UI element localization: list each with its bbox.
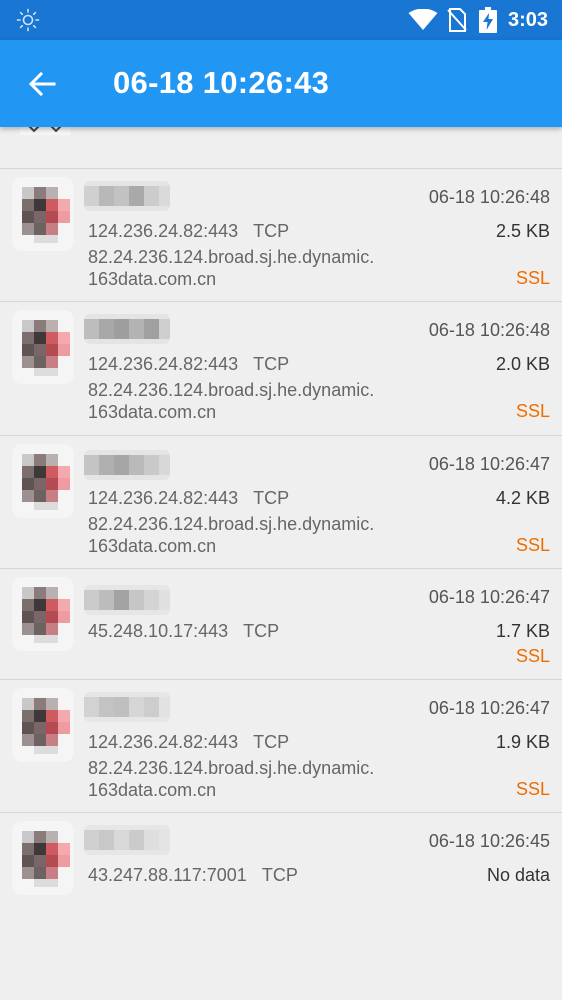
hostname-line-1: 82.24.236.124.broad.sj.he.dynamic. [88, 758, 375, 778]
ssl-tag: SSL [515, 401, 550, 421]
app-name-redacted [84, 585, 170, 615]
hostname-line-2: 163data.com.cn [88, 402, 217, 422]
app-name-redacted [84, 450, 170, 480]
hostname-line-2: 163data.com.cn [88, 780, 217, 800]
connection-row[interactable]: 06-18 10:26:47 45.248.10.17:443 TCP 1.7 … [0, 569, 562, 680]
data-size: 2.5 KB [495, 221, 550, 241]
connection-time: 06-18 10:26:48 [428, 320, 550, 340]
protocol: TCP [253, 732, 290, 752]
arrow-back-icon[interactable] [24, 66, 60, 102]
data-size: 1.9 KB [495, 732, 550, 752]
app-name-redacted [84, 314, 170, 344]
ssl-tag: SSL [515, 779, 550, 799]
protocol: TCP [261, 865, 298, 885]
connection-row[interactable]: 06-18 10:26:45 43.247.88.117:7001 TCP No… [0, 813, 562, 905]
protocol: TCP [243, 621, 280, 641]
connection-address: 43.247.88.117:7001 TCP [88, 864, 298, 886]
wifi-icon [408, 9, 438, 30]
app-icon [12, 177, 74, 251]
page-title: 06-18 10:26:43 [113, 65, 330, 100]
connection-row[interactable]: 06-18 10:26:48 124.236.24.82:443 TCP 2.5… [0, 169, 562, 302]
protocol: TCP [253, 488, 290, 508]
status-bar: 3:03 [0, 0, 562, 40]
battery-charging-icon [479, 7, 497, 33]
app-name-redacted [84, 181, 170, 211]
connection-address: 124.236.24.82:443 TCP [88, 487, 289, 509]
remote-address: 124.236.24.82:443 [88, 354, 239, 374]
remote-hostname: 82.24.236.124.broad.sj.he.dynamic. 163dat… [88, 513, 408, 557]
ssl-tag: SSL [515, 535, 550, 555]
connection-address: 124.236.24.82:443 TCP [88, 731, 289, 753]
connection-list[interactable]: 06-18 10:26:48 124.236.24.82:443 TCP 2.5… [0, 127, 562, 1000]
connection-time: 06-18 10:26:47 [428, 587, 550, 607]
app-icon [12, 688, 74, 762]
connection-address: 124.236.24.82:443 TCP [88, 220, 289, 242]
data-size: No data [486, 865, 550, 885]
connection-row[interactable]: 06-18 10:26:47 124.236.24.82:443 TCP 4.2… [0, 436, 562, 569]
connection-time: 06-18 10:26:45 [428, 831, 550, 851]
remote-hostname: 82.24.236.124.broad.sj.he.dynamic. 163dat… [88, 757, 408, 801]
hostname-line-1: 82.24.236.124.broad.sj.he.dynamic. [88, 247, 375, 267]
connection-time: 06-18 10:26:47 [428, 698, 550, 718]
app-name-redacted [84, 825, 170, 855]
hostname-line-2: 163data.com.cn [88, 536, 217, 556]
hostname-line-1: 82.24.236.124.broad.sj.he.dynamic. [88, 380, 375, 400]
app-icon [12, 577, 74, 651]
connection-row[interactable]: 06-18 10:26:48 124.236.24.82:443 TCP 2.0… [0, 302, 562, 436]
app-icon [20, 127, 70, 135]
app-bar: 06-18 10:26:43 [0, 40, 562, 127]
no-sim-icon [447, 8, 467, 32]
hostname-line-2: 163data.com.cn [88, 269, 217, 289]
remote-hostname: 82.24.236.124.broad.sj.he.dynamic. 163dat… [88, 379, 408, 423]
remote-hostname: 82.24.236.124.broad.sj.he.dynamic. 163dat… [88, 246, 408, 290]
connection-row[interactable]: 06-18 10:26:47 124.236.24.82:443 TCP 1.9… [0, 680, 562, 813]
status-clock: 3:03 [508, 9, 549, 31]
remote-address: 124.236.24.82:443 [88, 488, 239, 508]
connection-address: 45.248.10.17:443 TCP [88, 620, 279, 642]
app-icon [12, 444, 74, 518]
data-size: 4.2 KB [495, 488, 550, 508]
protocol: TCP [253, 354, 290, 374]
remote-address: 124.236.24.82:443 [88, 221, 239, 241]
app-icon [12, 821, 74, 895]
app-name-redacted [84, 692, 170, 722]
connection-time: 06-18 10:26:47 [428, 454, 550, 474]
remote-address: 124.236.24.82:443 [88, 732, 239, 752]
brightness-icon [16, 8, 40, 32]
connection-time: 06-18 10:26:48 [428, 187, 550, 207]
app-icon [12, 310, 74, 384]
ssl-tag: SSL [515, 268, 550, 288]
data-size: 1.7 KB [495, 621, 550, 641]
list-item-partial[interactable] [0, 127, 562, 169]
hostname-line-1: 82.24.236.124.broad.sj.he.dynamic. [88, 514, 375, 534]
data-size: 2.0 KB [495, 354, 550, 374]
protocol: TCP [253, 221, 290, 241]
remote-address: 43.247.88.117:7001 [88, 865, 247, 885]
ssl-tag: SSL [515, 646, 550, 666]
remote-address: 45.248.10.17:443 [88, 621, 229, 641]
connection-address: 124.236.24.82:443 TCP [88, 353, 289, 375]
